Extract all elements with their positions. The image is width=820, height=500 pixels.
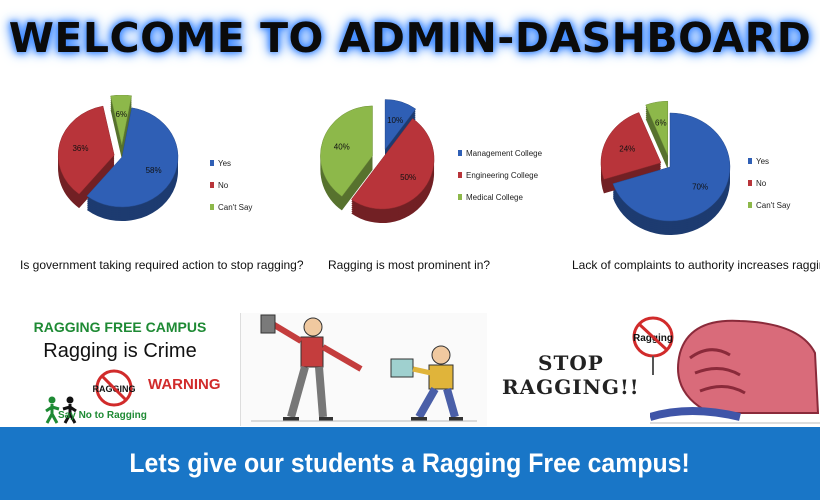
warning-label: WARNING bbox=[148, 376, 221, 393]
pie-slice-label: 6% bbox=[116, 110, 128, 119]
pie-slice-label: 50% bbox=[400, 173, 416, 182]
legend-item: Can't Say bbox=[748, 194, 790, 216]
pie-slice-label: 40% bbox=[334, 142, 350, 151]
legend-item: Management College bbox=[458, 142, 542, 164]
pie-chart-government-action: 58% 36% 6% Yes No Can't Say bbox=[30, 95, 260, 275]
chart-legend: Yes No Can't Say bbox=[748, 150, 790, 216]
banner-subheading: Ragging is Crime bbox=[43, 340, 197, 362]
legend-item: No bbox=[210, 174, 252, 196]
pie-slice-label: 24% bbox=[619, 145, 635, 154]
banner-heading: RAGGING FREE CAMPUS bbox=[33, 319, 207, 335]
legend-item: Can't Say bbox=[210, 196, 252, 218]
legend-item: Engineering College bbox=[458, 164, 542, 186]
pie-slice-label: 70% bbox=[692, 183, 708, 192]
banner-tagline: Say No to Ragging bbox=[58, 410, 147, 421]
pie-slice-label: 58% bbox=[146, 166, 162, 175]
pie-chart-most-prominent: 10% 50% 40% Management College Engineering… bbox=[300, 95, 550, 275]
page-title: WELCOME TO ADMIN-DASHBOARD bbox=[8, 14, 812, 62]
pie-slice-label: 10% bbox=[387, 116, 403, 125]
pie-chart-svg: 58% 36% 6% bbox=[57, 95, 179, 222]
pie-slice-label: 6% bbox=[655, 118, 667, 127]
fist-illustration bbox=[650, 319, 820, 424]
ragging-free-campus-banner: RAGGING FREE CAMPUS Ragging is Crime RAG… bbox=[0, 313, 241, 426]
bully-cartoon-illustration bbox=[251, 314, 477, 422]
legend-item: Yes bbox=[210, 152, 252, 174]
footer-banner: Lets give our students a Ragging Free ca… bbox=[0, 427, 820, 500]
chart-legend: Yes No Can't Say bbox=[210, 152, 252, 218]
chart-question: Is government taking required action to … bbox=[20, 258, 304, 272]
banner-strip: RAGGING FREE CAMPUS Ragging is Crime RAG… bbox=[0, 313, 820, 426]
legend-item: Yes bbox=[748, 150, 790, 172]
stop-text: STOP bbox=[538, 351, 604, 375]
ragging-cartoon-image bbox=[241, 313, 487, 426]
chart-legend: Management College Engineering College M… bbox=[458, 142, 542, 208]
chart-question: Lack of complaints to authority increase… bbox=[572, 258, 820, 272]
ragging-text: RAGGING!! bbox=[502, 375, 640, 399]
pie-chart-lack-of-complaints: 70% 24% 6% Yes No Can't Say bbox=[580, 95, 810, 275]
footer-text: Lets give our students a Ragging Free ca… bbox=[129, 448, 691, 478]
pie-chart-svg: 70% 24% 6% bbox=[600, 100, 731, 235]
pie-slice-label: 36% bbox=[72, 144, 88, 153]
no-ragging-sign-icon: RAGGING bbox=[92, 369, 136, 407]
legend-item: Medical College bbox=[458, 186, 542, 208]
chart-question: Ragging is most prominent in? bbox=[328, 258, 491, 272]
stop-ragging-banner: Ragging STOP RAGGING!! bbox=[488, 313, 820, 426]
pie-chart-svg: 10% 50% 40% bbox=[320, 99, 435, 224]
legend-item: No bbox=[748, 172, 790, 194]
